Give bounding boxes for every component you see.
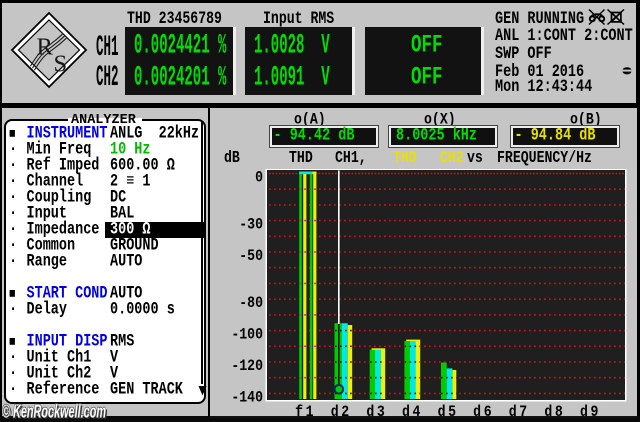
svg-text:0: 0 bbox=[255, 170, 263, 187]
svg-text:d7: d7 bbox=[509, 404, 530, 421]
svg-text:d8: d8 bbox=[544, 404, 565, 421]
svg-text:© KenRockwell.com: © KenRockwell.com bbox=[2, 401, 106, 422]
svg-text:S: S bbox=[53, 51, 67, 78]
svg-text:d4: d4 bbox=[402, 404, 423, 421]
svg-text:d9: d9 bbox=[580, 404, 601, 421]
svg-text:d6: d6 bbox=[473, 404, 494, 421]
svg-text:-100: -100 bbox=[231, 326, 263, 343]
svg-text:d3: d3 bbox=[366, 404, 387, 421]
svg-text:d2: d2 bbox=[331, 404, 352, 421]
svg-text:-30: -30 bbox=[239, 217, 263, 234]
svg-text:-120: -120 bbox=[231, 358, 263, 375]
svg-text:-80: -80 bbox=[239, 295, 263, 312]
svg-text:d5: d5 bbox=[438, 404, 459, 421]
svg-text:f1: f1 bbox=[295, 404, 316, 421]
svg-text:-50: -50 bbox=[239, 248, 263, 265]
svg-text:-140: -140 bbox=[231, 390, 263, 407]
